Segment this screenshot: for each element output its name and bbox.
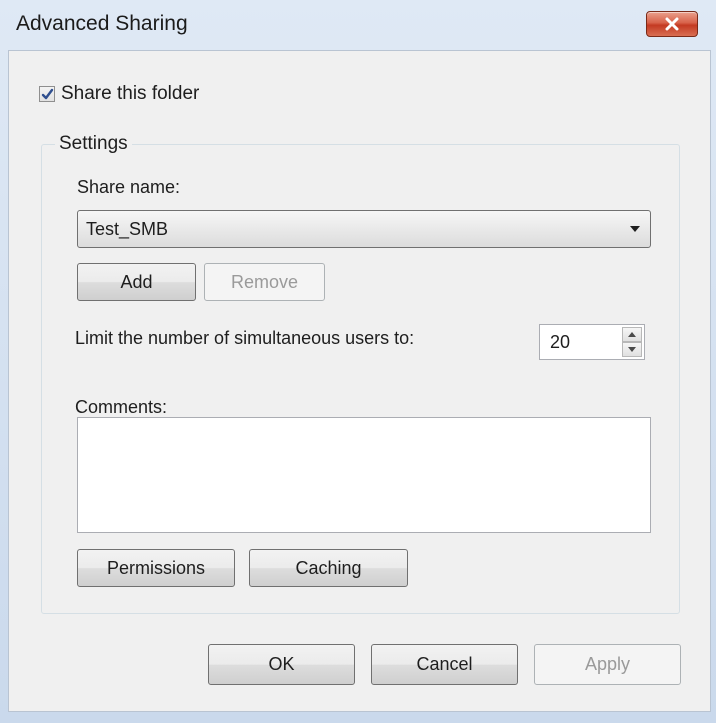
share-this-folder-label: Share this folder xyxy=(61,83,200,104)
settings-legend: Settings xyxy=(55,133,132,155)
share-name-label: Share name: xyxy=(77,177,181,197)
ok-button[interactable]: OK xyxy=(208,644,355,685)
spin-up-button[interactable] xyxy=(622,327,642,342)
arrow-up-icon xyxy=(628,332,636,337)
cancel-button[interactable]: Cancel xyxy=(371,644,518,685)
share-name-dropdown[interactable]: Test_SMB xyxy=(77,210,651,248)
window-title: Advanced Sharing xyxy=(16,12,188,35)
title-bar[interactable]: Advanced Sharing xyxy=(0,0,716,50)
apply-button[interactable]: Apply xyxy=(534,644,681,685)
arrow-down-icon xyxy=(628,347,636,352)
comments-textarea[interactable] xyxy=(77,417,651,533)
checkbox-box[interactable] xyxy=(39,86,55,102)
dialog-body: Share this folder Settings Share name: T… xyxy=(8,50,711,712)
caching-button[interactable]: Caching xyxy=(249,549,408,587)
user-limit-value[interactable]: 20 xyxy=(550,332,570,353)
comments-label: Comments: xyxy=(75,397,168,417)
advanced-sharing-window: Advanced Sharing Share this folder Setti… xyxy=(0,0,716,723)
permissions-button[interactable]: Permissions xyxy=(77,549,235,587)
spin-down-button[interactable] xyxy=(622,342,642,357)
close-icon xyxy=(665,17,679,31)
user-limit-spinner[interactable]: 20 xyxy=(539,324,645,360)
add-button[interactable]: Add xyxy=(77,263,196,301)
share-name-value: Test_SMB xyxy=(86,218,169,239)
close-button[interactable] xyxy=(646,11,698,37)
limit-users-label: Limit the number of simultaneous users t… xyxy=(75,328,415,348)
checkmark-icon xyxy=(41,88,53,99)
remove-button[interactable]: Remove xyxy=(204,263,325,301)
share-this-folder-checkbox[interactable]: Share this folder xyxy=(39,83,199,105)
chevron-down-icon[interactable] xyxy=(620,225,650,233)
